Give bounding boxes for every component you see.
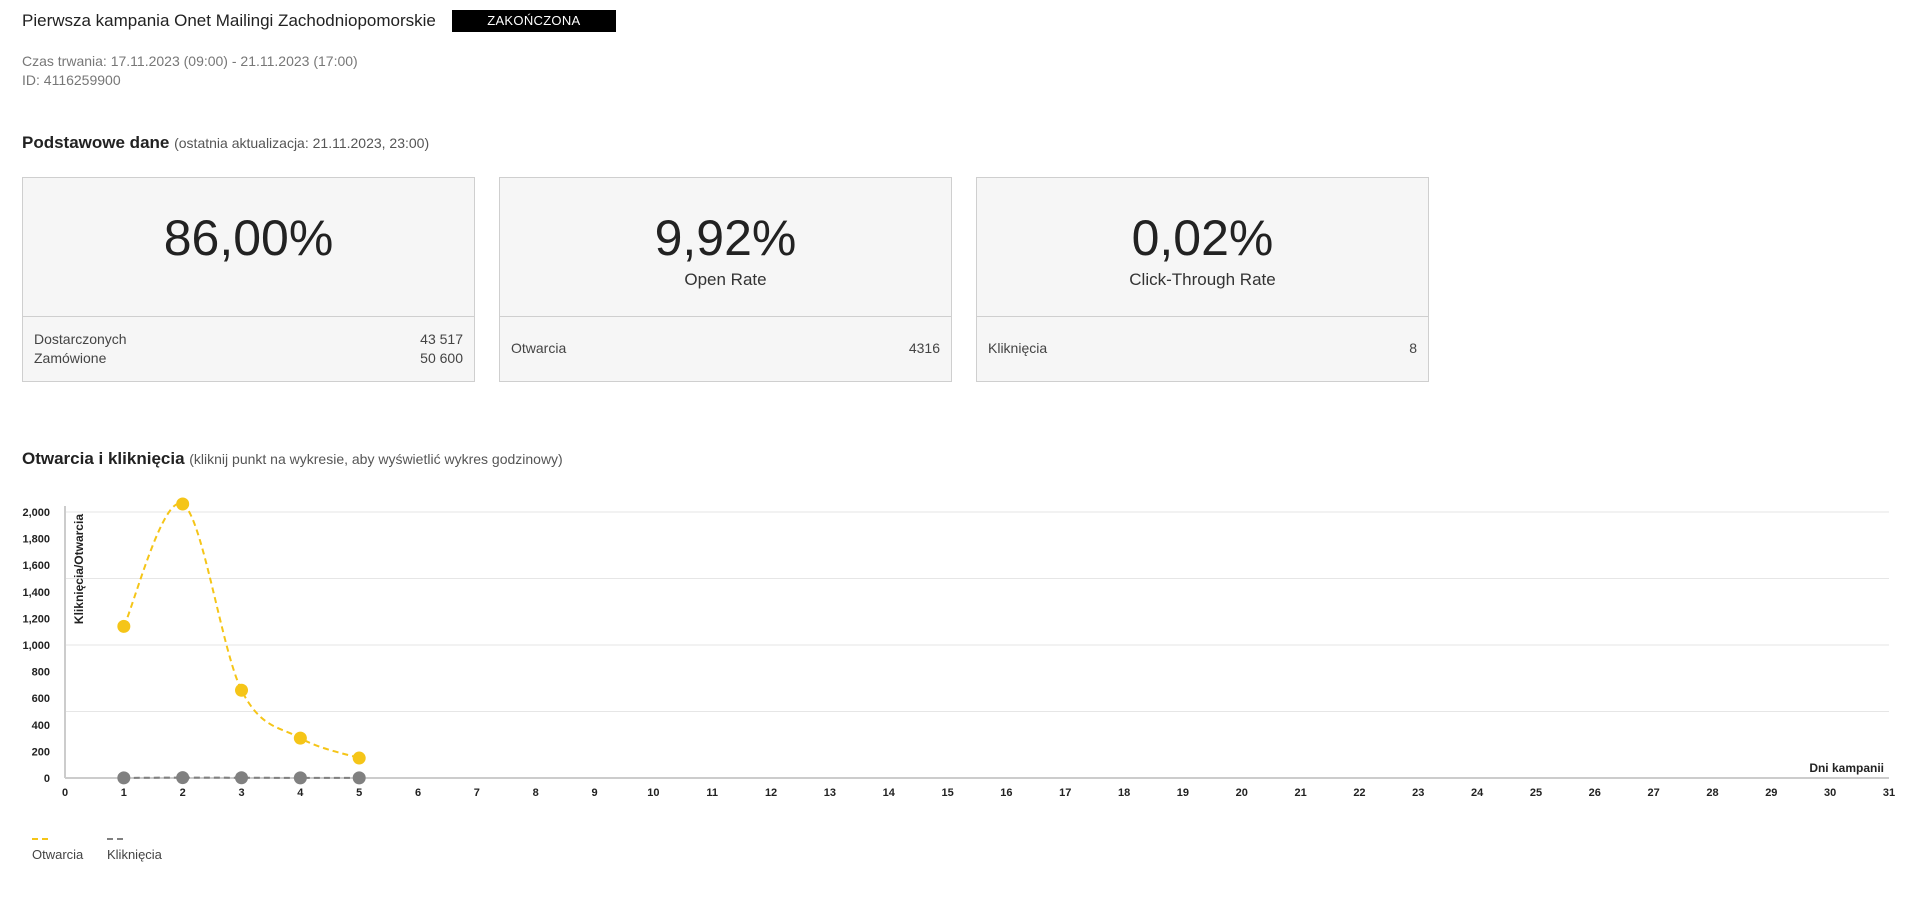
data-point-opens[interactable] — [117, 619, 131, 633]
y-tick-label: 2,000 — [22, 507, 50, 519]
series-line-opens — [122, 502, 360, 759]
y-tick-label: 1,400 — [22, 587, 50, 599]
delivered-row: Dostarczonych 43 517 — [34, 331, 463, 347]
x-tick-label: 8 — [533, 787, 539, 799]
data-point-opens[interactable] — [352, 751, 366, 765]
x-tick-label: 21 — [1294, 787, 1306, 799]
x-tick-label: 26 — [1589, 787, 1601, 799]
legend-swatch-opens — [32, 838, 48, 840]
basic-data-title: Podstawowe dane — [22, 133, 170, 152]
ordered-value: 50 600 — [420, 350, 463, 366]
x-tick-label: 25 — [1530, 787, 1542, 799]
delivered-label: Dostarczonych — [34, 331, 127, 347]
campaign-header: Pierwsza kampania Onet Mailingi Zachodni… — [22, 10, 616, 32]
campaign-duration: Czas trwania: 17.11.2023 (09:00) - 21.11… — [22, 53, 358, 69]
legend-swatch-clicks — [107, 838, 123, 840]
x-tick-label: 6 — [415, 787, 421, 799]
x-tick-label: 2 — [180, 787, 186, 799]
chart-note: (kliknij punkt na wykresie, aby wyświetl… — [189, 451, 563, 467]
data-point-opens[interactable] — [293, 731, 307, 745]
x-axis-label: Dni kampanii — [1809, 761, 1884, 775]
campaign-title: Pierwsza kampania Onet Mailingi Zachodni… — [22, 11, 436, 30]
x-tick-label: 19 — [1177, 787, 1189, 799]
data-point-clicks[interactable] — [235, 771, 249, 785]
x-tick-label: 30 — [1824, 787, 1836, 799]
x-tick-label: 27 — [1648, 787, 1660, 799]
basic-data-heading: Podstawowe dane (ostatnia aktualizacja: … — [22, 133, 429, 153]
clicks-value: 8 — [1409, 340, 1417, 356]
x-tick-label: 7 — [474, 787, 480, 799]
y-tick-label: 1,600 — [22, 560, 50, 572]
data-point-clicks[interactable] — [117, 771, 131, 785]
x-tick-label: 22 — [1353, 787, 1365, 799]
y-tick-label: 1,200 — [22, 613, 50, 625]
opens-row: Otwarcia 4316 — [511, 340, 940, 356]
data-point-opens[interactable] — [235, 683, 249, 697]
x-tick-label: 13 — [824, 787, 836, 799]
clicks-row: Kliknięcia 8 — [988, 340, 1417, 356]
x-tick-label: 15 — [941, 787, 953, 799]
data-point-clicks[interactable] — [176, 771, 190, 785]
x-tick-label: 20 — [1236, 787, 1248, 799]
campaign-id: ID: 4116259900 — [22, 72, 121, 88]
y-tick-label: 0 — [44, 773, 50, 785]
open-rate-value: 9,92% — [654, 210, 797, 266]
y-tick-label: 1,000 — [22, 640, 50, 652]
data-point-opens[interactable] — [176, 497, 190, 511]
delivered-value: 43 517 — [420, 331, 463, 347]
y-tick-label: 600 — [32, 693, 50, 705]
last-update-note: (ostatnia aktualizacja: 21.11.2023, 23:0… — [174, 135, 430, 151]
x-tick-label: 28 — [1706, 787, 1718, 799]
data-point-clicks[interactable] — [293, 771, 307, 785]
x-tick-label: 18 — [1118, 787, 1130, 799]
y-axis-label: Kliknięcia/Otwarcia — [72, 514, 86, 624]
x-tick-label: 3 — [238, 787, 244, 799]
chart-title: Otwarcia i kliknięcia — [22, 449, 185, 468]
x-tick-label: 1 — [121, 787, 127, 799]
x-tick-label: 12 — [765, 787, 777, 799]
x-tick-label: 29 — [1765, 787, 1777, 799]
delivery-card: 86,00% Dostarczonych 43 517 Zamówione 50… — [22, 177, 475, 382]
delivery-rate-value: 86,00% — [163, 210, 334, 266]
x-tick-label: 14 — [883, 787, 896, 799]
x-tick-label: 24 — [1471, 787, 1484, 799]
opens-value: 4316 — [908, 340, 940, 356]
x-tick-label: 9 — [591, 787, 597, 799]
campaign-meta: Czas trwania: 17.11.2023 (09:00) - 21.11… — [22, 52, 358, 90]
y-tick-label: 200 — [32, 746, 50, 758]
ctr-label: Click-Through Rate — [1129, 270, 1276, 289]
data-point-clicks[interactable] — [352, 771, 366, 785]
x-tick-label: 16 — [1000, 787, 1012, 799]
x-tick-label: 5 — [356, 787, 362, 799]
x-tick-label: 10 — [647, 787, 659, 799]
legend-label-opens: Otwarcia — [32, 847, 84, 862]
legend-label-clicks: Kliknięcia — [107, 847, 162, 862]
open-rate-label: Open Rate — [684, 270, 767, 289]
status-badge: ZAKOŃCZONA — [451, 10, 616, 32]
y-tick-label: 800 — [32, 667, 50, 679]
opens-label: Otwarcia — [511, 340, 567, 356]
x-tick-label: 31 — [1883, 787, 1895, 799]
y-tick-label: 1,800 — [22, 534, 50, 546]
chart-heading: Otwarcia i kliknięcia (kliknij punkt na … — [22, 449, 563, 469]
x-tick-label: 11 — [706, 787, 718, 799]
x-tick-label: 23 — [1412, 787, 1424, 799]
clicks-label: Kliknięcia — [988, 340, 1048, 356]
ctr-value: 0,02% — [1131, 210, 1274, 266]
opens-clicks-chart[interactable]: 0 200 400 600 800 1,000 1,200 1,400 1,600 1,800 2,… — [0, 490, 1920, 810]
x-tick-label: 0 — [62, 787, 68, 799]
x-tick-label: 4 — [297, 787, 304, 799]
ordered-label: Zamówione — [34, 350, 107, 366]
y-tick-label: 400 — [32, 720, 50, 732]
ordered-row: Zamówione 50 600 — [34, 350, 463, 366]
x-tick-label: 17 — [1059, 787, 1071, 799]
ctr-card: 0,02% Click-Through Rate Kliknięcia 8 — [976, 177, 1429, 382]
chart-svg[interactable]: 02004006008001,0001,2001,4001,6001,8002,… — [0, 490, 1920, 810]
open-rate-card: 9,92% Open Rate Otwarcia 4316 — [499, 177, 952, 382]
